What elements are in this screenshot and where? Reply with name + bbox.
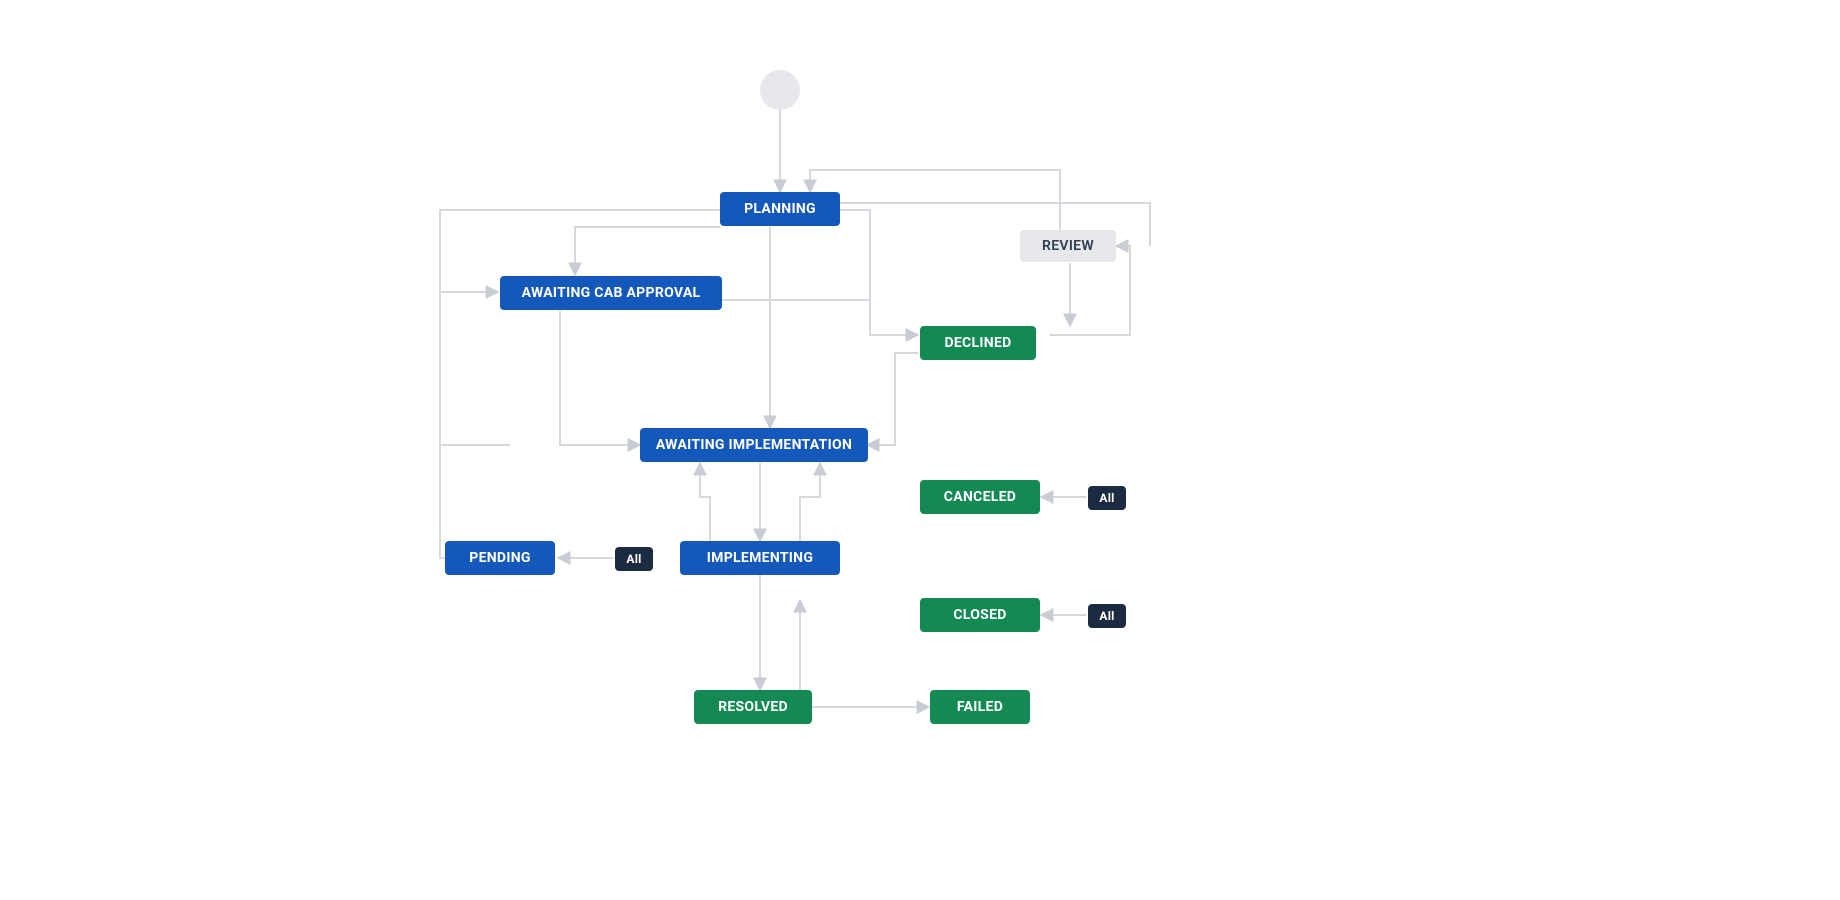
state-pending[interactable]: PENDING (445, 541, 555, 575)
state-declined[interactable]: DECLINED (920, 326, 1036, 360)
state-canceled[interactable]: CANCELED (920, 480, 1040, 514)
state-failed[interactable]: FAILED (930, 690, 1030, 724)
badge-all-canceled[interactable]: All (1088, 486, 1126, 510)
badge-all-pending[interactable]: All (615, 547, 653, 571)
start-node[interactable] (760, 70, 800, 110)
badge-all-closed[interactable]: All (1088, 604, 1126, 628)
state-awaiting-implementation[interactable]: AWAITING IMPLEMENTATION (640, 428, 868, 462)
state-review[interactable]: REVIEW (1020, 230, 1116, 262)
state-awaiting-cab-approval[interactable]: AWAITING CAB APPROVAL (500, 276, 722, 310)
workflow-diagram: PLANNING REVIEW AWAITING CAB APPROVAL DE… (0, 0, 1840, 900)
edges-layer (0, 0, 1840, 900)
state-resolved[interactable]: RESOLVED (694, 690, 812, 724)
state-implementing[interactable]: IMPLEMENTING (680, 541, 840, 575)
state-closed[interactable]: CLOSED (920, 598, 1040, 632)
state-planning[interactable]: PLANNING (720, 192, 840, 226)
